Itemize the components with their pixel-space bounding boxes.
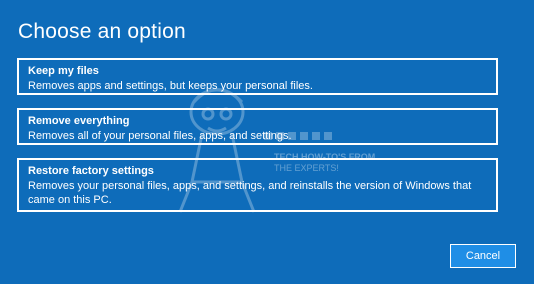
remove-everything-option[interactable]: Remove everything Removes all of your pe… xyxy=(17,108,498,145)
option-description: Removes apps and settings, but keeps you… xyxy=(28,80,313,92)
watermark-text: THE EXPERTS! xyxy=(274,163,339,173)
choose-option-screen: { "title": "Choose an option", "options"… xyxy=(0,0,534,284)
option-description: Removes your personal files, apps, and s… xyxy=(28,180,472,206)
option-description: Removes all of your personal files, apps… xyxy=(28,130,292,142)
cancel-button[interactable]: Cancel xyxy=(450,244,516,268)
option-title: Remove everything xyxy=(28,115,130,127)
page-title: Choose an option xyxy=(18,20,186,43)
keep-my-files-option[interactable]: Keep my files Removes apps and settings,… xyxy=(17,58,498,95)
watermark-text: TECH HOW-TO'S FROM xyxy=(274,152,376,162)
option-title: Restore factory settings xyxy=(28,165,154,177)
restore-factory-settings-option[interactable]: Restore factory settings Removes your pe… xyxy=(17,158,498,212)
option-title: Keep my files xyxy=(28,65,99,77)
